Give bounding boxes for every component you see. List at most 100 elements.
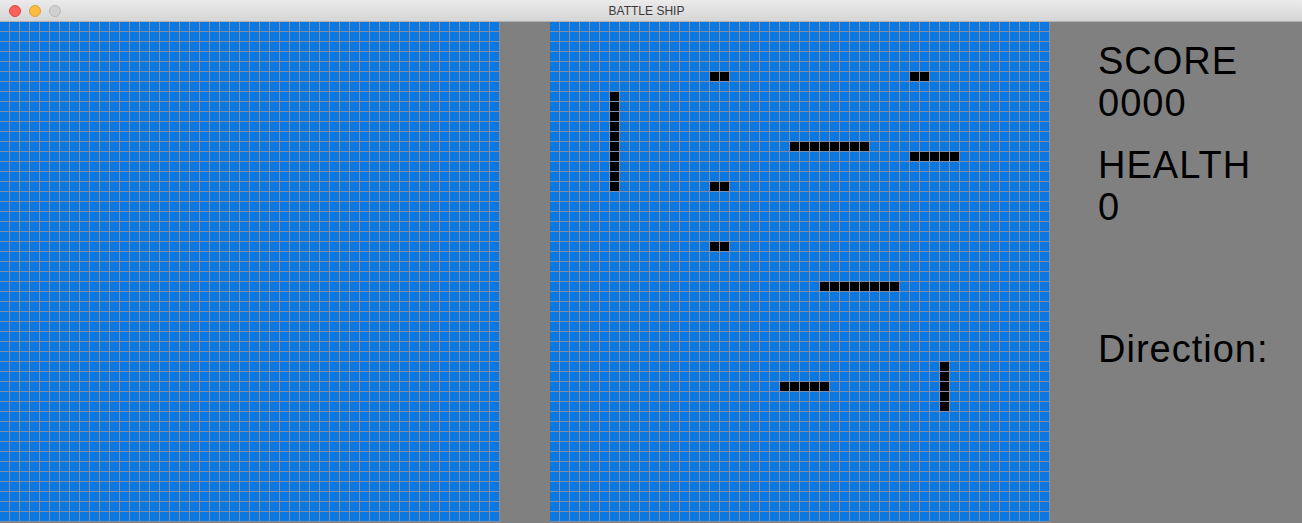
grid-cell[interactable] [450,222,460,232]
grid-cell[interactable] [310,142,320,152]
grid-cell[interactable] [400,242,410,252]
grid-cell[interactable] [60,152,70,162]
grid-cell[interactable] [260,172,270,182]
grid-cell[interactable] [100,92,110,102]
grid-cell[interactable] [40,42,50,52]
grid-cell[interactable] [270,172,280,182]
grid-cell[interactable] [330,122,340,132]
grid-cell[interactable] [50,412,60,422]
grid-cell[interactable] [330,352,340,362]
grid-cell[interactable] [350,262,360,272]
grid-cell[interactable] [50,152,60,162]
grid-cell[interactable] [410,242,420,252]
grid-cell[interactable] [160,192,170,202]
grid-cell[interactable] [150,272,160,282]
grid-cell[interactable] [270,282,280,292]
grid-cell[interactable] [0,132,10,142]
grid-cell[interactable] [260,102,270,112]
grid-cell[interactable] [290,52,300,62]
grid-cell[interactable] [320,82,330,92]
grid-cell[interactable] [170,252,180,262]
grid-cell[interactable] [330,162,340,172]
grid-cell[interactable] [30,122,40,132]
grid-cell[interactable] [190,392,200,402]
grid-cell[interactable] [200,132,210,142]
grid-cell[interactable] [120,232,130,242]
grid-cell[interactable] [350,192,360,202]
grid-cell[interactable] [480,82,490,92]
grid-cell[interactable] [140,202,150,212]
grid-cell[interactable] [80,222,90,232]
grid-cell[interactable] [210,192,220,202]
grid-cell[interactable] [180,122,190,132]
grid-cell[interactable] [110,182,120,192]
grid-cell[interactable] [120,352,130,362]
grid-cell[interactable] [290,312,300,322]
grid-cell[interactable] [40,102,50,112]
grid-cell[interactable] [350,342,360,352]
grid-cell[interactable] [230,152,240,162]
grid-cell[interactable] [350,42,360,52]
grid-cell[interactable] [470,232,480,242]
grid-cell[interactable] [440,212,450,222]
grid-cell[interactable] [390,412,400,422]
grid-cell[interactable] [420,162,430,172]
grid-cell[interactable] [120,292,130,302]
grid-cell[interactable] [70,32,80,42]
grid-cell[interactable] [40,222,50,232]
grid-cell[interactable] [120,282,130,292]
grid-cell[interactable] [160,82,170,92]
grid-cell[interactable] [340,362,350,372]
grid-cell[interactable] [0,82,10,92]
grid-cell[interactable] [0,242,10,252]
grid-cell[interactable] [220,262,230,272]
grid-cell[interactable] [20,22,30,32]
grid-cell[interactable] [310,252,320,262]
grid-cell[interactable] [190,232,200,242]
grid-cell[interactable] [150,102,160,112]
grid-cell[interactable] [340,172,350,182]
grid-cell[interactable] [220,112,230,122]
grid-cell[interactable] [20,352,30,362]
grid-cell[interactable] [270,412,280,422]
grid-cell[interactable] [90,372,100,382]
grid-cell[interactable] [120,322,130,332]
grid-cell[interactable] [450,332,460,342]
grid-cell[interactable] [410,62,420,72]
grid-cell[interactable] [350,92,360,102]
grid-cell[interactable] [200,342,210,352]
grid-cell[interactable] [310,282,320,292]
grid-cell[interactable] [460,292,470,302]
grid-cell[interactable] [180,102,190,112]
grid-cell[interactable] [170,402,180,412]
grid-cell[interactable] [420,52,430,62]
grid-cell[interactable] [30,402,40,412]
grid-cell[interactable] [440,192,450,202]
grid-cell[interactable] [460,82,470,92]
grid-cell[interactable] [410,112,420,122]
grid-cell[interactable] [40,172,50,182]
grid-cell[interactable] [100,302,110,312]
grid-cell[interactable] [210,232,220,242]
grid-cell[interactable] [120,102,130,112]
grid-cell[interactable] [0,222,10,232]
grid-cell[interactable] [150,402,160,412]
grid-cell[interactable] [90,182,100,192]
grid-cell[interactable] [60,72,70,82]
grid-cell[interactable] [380,272,390,282]
grid-cell[interactable] [90,22,100,32]
grid-cell[interactable] [440,382,450,392]
grid-cell[interactable] [220,22,230,32]
grid-cell[interactable] [170,282,180,292]
grid-cell[interactable] [140,72,150,82]
grid-cell[interactable] [380,232,390,242]
grid-cell[interactable] [280,92,290,102]
grid-cell[interactable] [240,342,250,352]
grid-cell[interactable] [0,272,10,282]
grid-cell[interactable] [200,102,210,112]
grid-cell[interactable] [410,282,420,292]
grid-cell[interactable] [210,342,220,352]
grid-cell[interactable] [20,112,30,122]
grid-cell[interactable] [310,162,320,172]
grid-cell[interactable] [260,222,270,232]
